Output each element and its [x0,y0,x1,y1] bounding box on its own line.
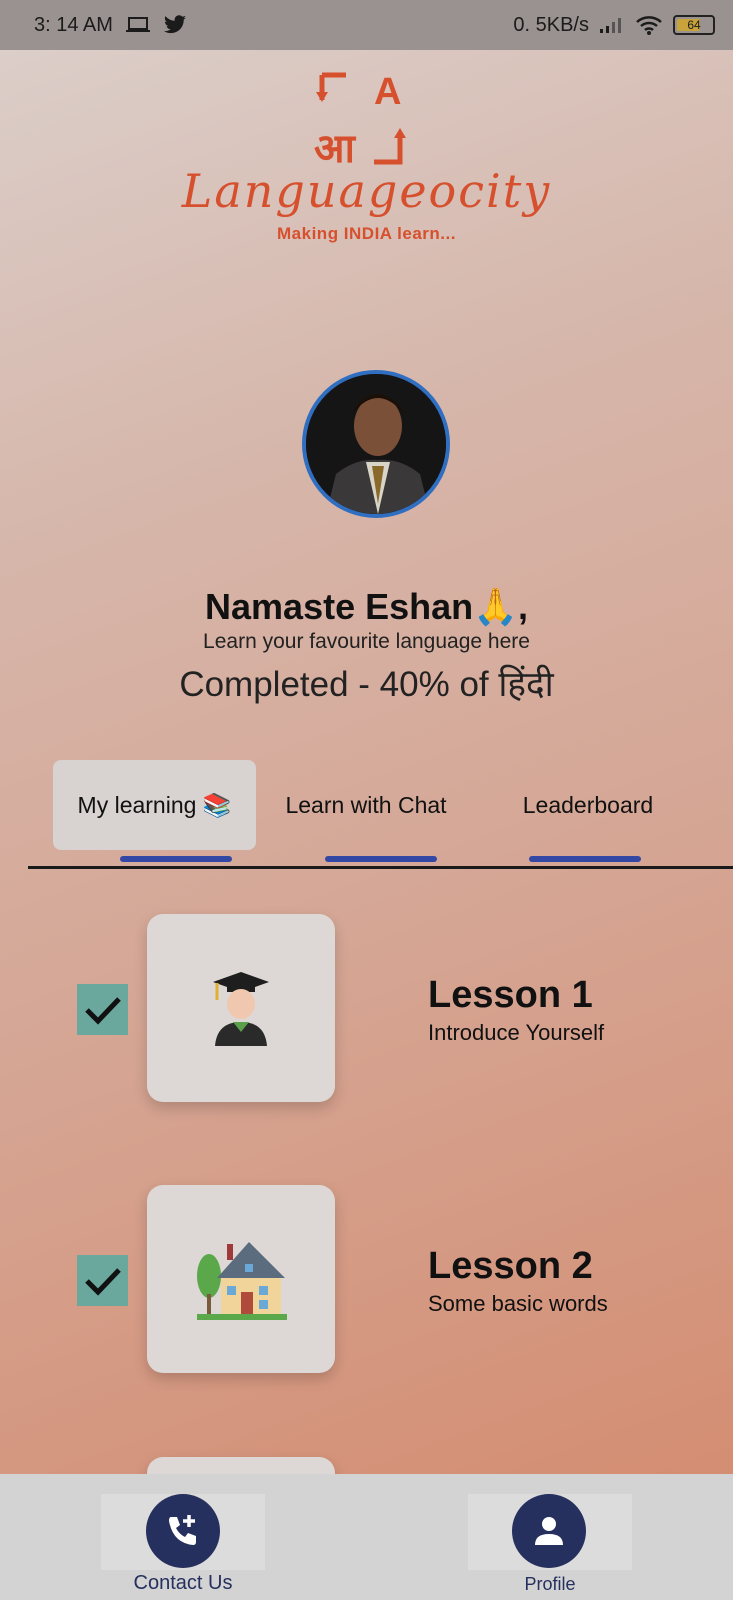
nav-profile-label: Profile [524,1574,576,1594]
tab-leaderboard[interactable]: Leaderboard [488,760,688,850]
logo-mark-top: A [374,71,401,113]
tab-label: Leaderboard [522,791,654,818]
check-icon [84,996,121,1025]
signal-icon [600,18,621,33]
tab-bar: My learning 📚 Learn with Chat Leaderboar… [28,760,733,869]
user-photo [306,374,446,514]
lesson-card[interactable] [147,1185,335,1373]
status-bar: 3: 14 AM 0. 5KB/s 64 [0,0,733,50]
lesson-title: Lesson 2 [428,1245,593,1287]
tab-label: My learning 📚 [77,791,232,818]
tab-learn-with-chat[interactable]: Learn with Chat [266,760,466,850]
lesson-checkbox[interactable] [77,984,128,1035]
lesson-title: Lesson 1 [428,974,593,1016]
laptop-icon [125,17,150,32]
avatar[interactable] [302,370,450,518]
nav-contact-label: Contact Us [133,1572,233,1594]
greeting-subtitle: Learn your favourite language here [203,630,530,653]
greeting-title: Namaste Eshan🙏, [205,586,528,627]
app-logo: A आ Languageocity Making INDIA learn... [0,70,733,244]
bottom-nav: Contact Us Profile [0,1474,733,1600]
wifi-icon [636,16,662,35]
lesson-subtitle: Some basic words [428,1291,608,1316]
tab-indicator [529,856,641,862]
lesson-subtitle: Introduce Yourself [428,1020,605,1045]
battery-icon: 64 [673,15,715,35]
lesson-card[interactable] [147,914,335,1102]
check-icon [84,1267,121,1296]
tab-label: Learn with Chat [285,791,447,818]
nav-profile[interactable]: Profile [468,1494,632,1594]
lesson-item[interactable]: Lesson 1 Introduce Yourself [0,914,733,1104]
greeting-section: Namaste Eshan🙏, Learn your favourite lan… [0,586,733,707]
tabs-divider [28,866,733,869]
nav-contact-us[interactable]: Contact Us [101,1494,265,1594]
tab-indicator [325,856,437,862]
person-icon[interactable] [512,1494,586,1568]
tab-indicator [120,856,232,862]
house-icon [197,1242,287,1320]
logo-tagline: Making INDIA learn... [277,224,456,243]
lesson-checkbox[interactable] [77,1255,128,1306]
phone-add-icon[interactable] [146,1494,220,1568]
tab-my-learning[interactable]: My learning 📚 [53,760,256,850]
twitter-icon [163,15,186,34]
network-speed: 0. 5KB/s [513,13,589,36]
graduate-icon [213,972,269,1046]
lesson-item[interactable]: Lesson 2 Some basic words [0,1185,733,1375]
battery-level: 64 [687,18,701,32]
progress-text: Completed - 40% of हिंदी [179,665,554,704]
status-time: 3: 14 AM [34,13,113,36]
translate-logo-icon: A आ [314,71,406,170]
logo-wordmark: Languageocity [181,164,552,218]
